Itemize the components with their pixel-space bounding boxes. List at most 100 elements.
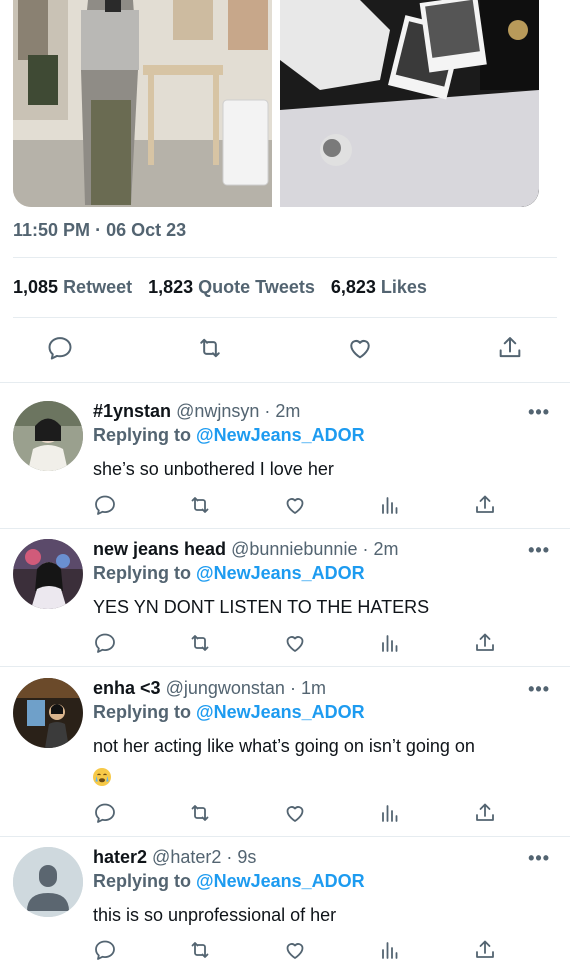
reply-text: YES YN DONT LISTEN TO THE HATERS [93, 597, 430, 617]
divider [13, 317, 557, 318]
reply-time[interactable]: 2m [275, 401, 300, 421]
quote-count-label: Quote Tweets [198, 277, 315, 297]
reply-text-content: not her acting like what’s going on isn’… [93, 736, 475, 756]
media-photo-desk[interactable] [280, 0, 539, 207]
reply-icon[interactable] [93, 493, 117, 517]
replying-to-label: Replying to [93, 563, 191, 583]
like-count-value: 6,823 [330, 277, 376, 297]
share-icon[interactable] [473, 801, 497, 825]
reply-time[interactable]: 1m [301, 678, 326, 698]
reply-body: hater2 @hater2 · 9s Replying to @NewJean… [93, 847, 550, 930]
reply-body: #1ynstan @nwjnsyn · 2m Replying to @NewJ… [93, 401, 550, 484]
reply-body: new jeans head @bunniebunnie · 2m Replyi… [93, 539, 550, 622]
default-avatar-icon[interactable] [13, 847, 83, 917]
retweet-icon[interactable] [196, 334, 224, 362]
reply-separator: · [289, 678, 296, 698]
like-icon[interactable] [283, 938, 307, 960]
divider [13, 257, 557, 258]
timestamp-separator: · [95, 220, 102, 240]
avatar[interactable] [13, 539, 83, 609]
reply-display-name[interactable]: enha <3 [93, 678, 161, 698]
mention-link[interactable]: @NewJeans_ADOR [196, 702, 365, 722]
reply-separator: · [362, 539, 369, 559]
retweet-icon[interactable] [188, 493, 212, 517]
reply-header: #1ynstan @nwjnsyn · 2m [93, 401, 550, 422]
reply-tweet[interactable]: enha <3 @jungwonstan · 1m Replying to @N… [0, 666, 570, 836]
analytics-icon[interactable] [378, 631, 402, 655]
more-icon[interactable]: ••• [528, 679, 550, 700]
retweet-icon[interactable] [188, 801, 212, 825]
like-count-label: Likes [380, 277, 427, 297]
reply-handle[interactable]: @bunniebunnie [231, 539, 357, 559]
replying-to: Replying to @NewJeans_ADOR [93, 702, 550, 723]
more-icon[interactable]: ••• [528, 402, 550, 423]
avatar[interactable] [13, 678, 83, 748]
retweet-icon[interactable] [188, 631, 212, 655]
replying-to: Replying to @NewJeans_ADOR [93, 425, 550, 446]
share-icon[interactable] [473, 631, 497, 655]
replying-to-label: Replying to [93, 871, 191, 891]
quote-count-value: 1,823 [148, 277, 194, 297]
reply-tweet[interactable]: new jeans head @bunniebunnie · 2m Replyi… [0, 528, 570, 666]
share-icon[interactable] [473, 493, 497, 517]
analytics-icon[interactable] [378, 493, 402, 517]
reply-action-bar [93, 938, 513, 960]
retweet-count[interactable]: 1,085 Retweet [13, 277, 132, 298]
reply-header: enha <3 @jungwonstan · 1m [93, 678, 550, 699]
reply-icon[interactable] [93, 801, 117, 825]
tweet-media[interactable] [13, 0, 539, 207]
reply-handle[interactable]: @nwjnsyn [176, 401, 259, 421]
reply-tweet[interactable]: #1ynstan @nwjnsyn · 2m Replying to @NewJ… [0, 382, 570, 528]
like-icon[interactable] [283, 631, 307, 655]
retweet-count-label: Retweet [63, 277, 133, 297]
mention-link[interactable]: @NewJeans_ADOR [196, 425, 365, 445]
reply-header: new jeans head @bunniebunnie · 2m [93, 539, 550, 560]
like-count[interactable]: 6,823 Likes [331, 277, 427, 298]
like-icon[interactable] [346, 334, 374, 362]
like-icon[interactable] [283, 801, 307, 825]
reply-time[interactable]: 2m [374, 539, 399, 559]
mention-link[interactable]: @NewJeans_ADOR [196, 563, 365, 583]
like-icon[interactable] [283, 493, 307, 517]
tweet-date: 06 Oct 23 [106, 220, 187, 240]
reply-tweet[interactable]: hater2 @hater2 · 9s Replying to @NewJean… [0, 836, 570, 960]
reply-handle[interactable]: @jungwonstan [166, 678, 285, 698]
tweet-time: 11:50 PM [13, 220, 91, 240]
reply-separator: · [226, 847, 233, 867]
mention-link[interactable]: @NewJeans_ADOR [196, 871, 365, 891]
media-photo-studio[interactable] [13, 0, 272, 207]
reply-body: enha <3 @jungwonstan · 1m Replying to @N… [93, 678, 550, 791]
more-icon[interactable]: ••• [528, 540, 550, 561]
tweet-timestamp[interactable]: 11:50 PM · 06 Oct 23 [13, 220, 186, 241]
reply-action-bar [93, 631, 513, 657]
share-icon[interactable] [496, 334, 524, 362]
reply-time[interactable]: 9s [237, 847, 256, 867]
reply-text: not her acting like what’s going on isn’… [93, 731, 550, 791]
reply-action-bar [93, 801, 513, 827]
emoji-crying-icon [93, 768, 111, 787]
share-icon[interactable] [473, 938, 497, 960]
reply-icon[interactable] [46, 334, 74, 362]
retweet-icon[interactable] [188, 938, 212, 960]
reply-separator: · [264, 401, 271, 421]
replying-to-label: Replying to [93, 702, 191, 722]
retweet-count-value: 1,085 [13, 277, 59, 297]
reply-icon[interactable] [93, 938, 117, 960]
replying-to-label: Replying to [93, 425, 191, 445]
reply-text: she’s so unbothered I love her [93, 459, 334, 479]
more-icon[interactable]: ••• [528, 848, 550, 869]
quote-count[interactable]: 1,823 Quote Tweets [148, 277, 315, 298]
replying-to: Replying to @NewJeans_ADOR [93, 871, 550, 892]
reply-display-name[interactable]: new jeans head [93, 539, 226, 559]
analytics-icon[interactable] [378, 938, 402, 960]
reply-header: hater2 @hater2 · 9s [93, 847, 550, 868]
reply-icon[interactable] [93, 631, 117, 655]
replying-to: Replying to @NewJeans_ADOR [93, 563, 550, 584]
reply-text: this is so unprofessional of her [93, 905, 337, 925]
reply-handle[interactable]: @hater2 [152, 847, 221, 867]
analytics-icon[interactable] [378, 801, 402, 825]
avatar[interactable] [13, 401, 83, 471]
reply-display-name[interactable]: hater2 [93, 847, 147, 867]
tweet-stats: 1,085 Retweet 1,823 Quote Tweets 6,823 L… [13, 277, 427, 298]
reply-display-name[interactable]: #1ynstan [93, 401, 171, 421]
